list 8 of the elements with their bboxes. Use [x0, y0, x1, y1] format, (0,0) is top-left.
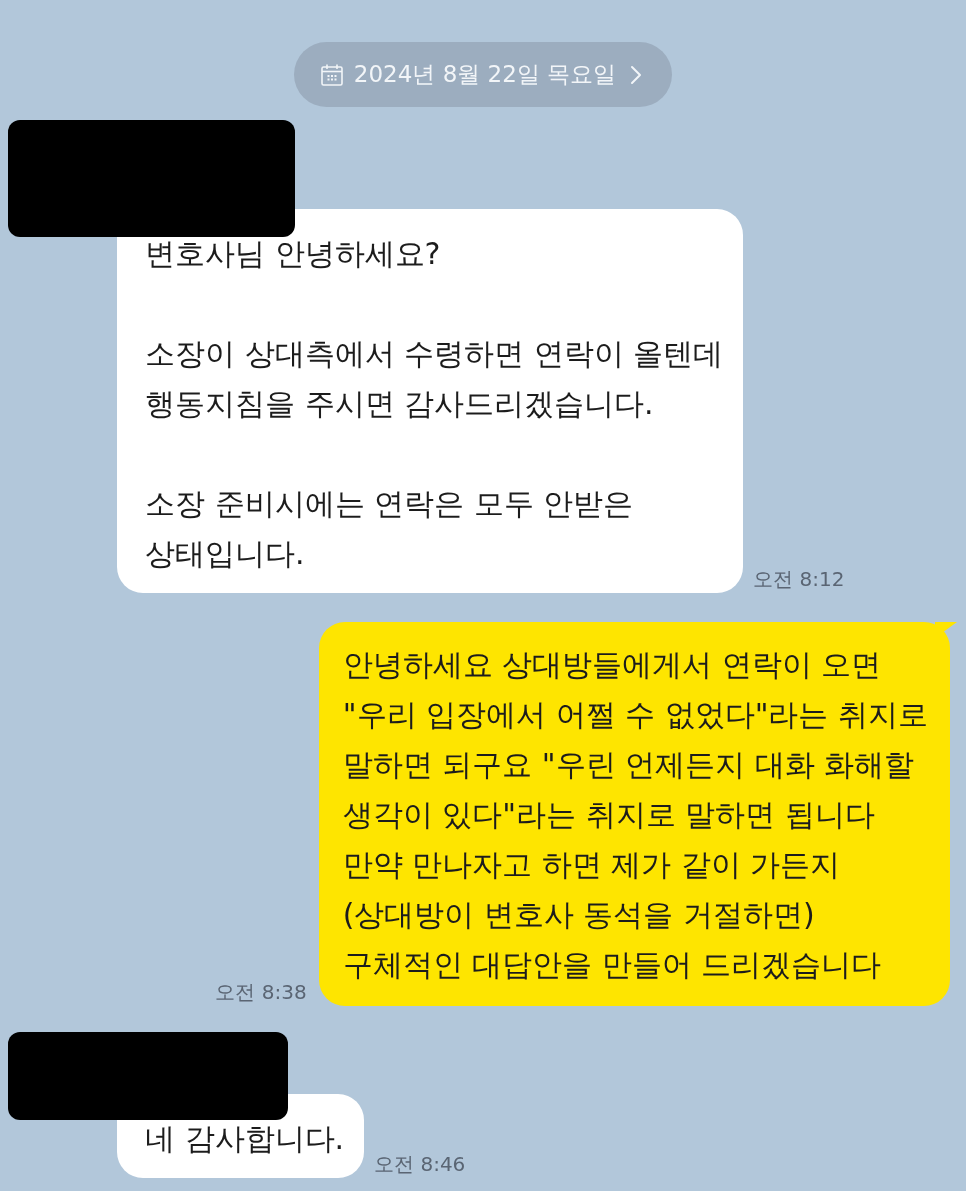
message-time: 오전 8:46 [374, 1152, 466, 1176]
date-divider-button[interactable]: 2024년 8월 22일 목요일 [293, 42, 673, 107]
message-time: 오전 8:38 [215, 980, 307, 1004]
calendar-icon [319, 62, 344, 87]
chevron-right-icon [630, 64, 643, 85]
message-bubble: 안녕하세요 상대방들에게서 연락이 오면 "우리 입장에서 어쩔 수 없었다"라는 취지로 말하면 되구요 "우린 언제든지 대화 화해할 생각이 있다"라는 취지로 말하면 됩니다 만약 만나자고 하면 제가 같이 가든지 (상대방이 변호사 동석을 거절하면) 구체적인 대답안을 만들어 드리겠습니다 [318, 622, 957, 1006]
message-time: 오전 8:12 [753, 567, 845, 591]
message-bubble: 변호사님 안녕하세요? 소장이 상대측에서 수령하면 연락이 올텐데 행동지침을 주시면 감사드리겠습니다. 소장 준비시에는 연락은 모두 안받은 상태입니다. [117, 209, 744, 593]
